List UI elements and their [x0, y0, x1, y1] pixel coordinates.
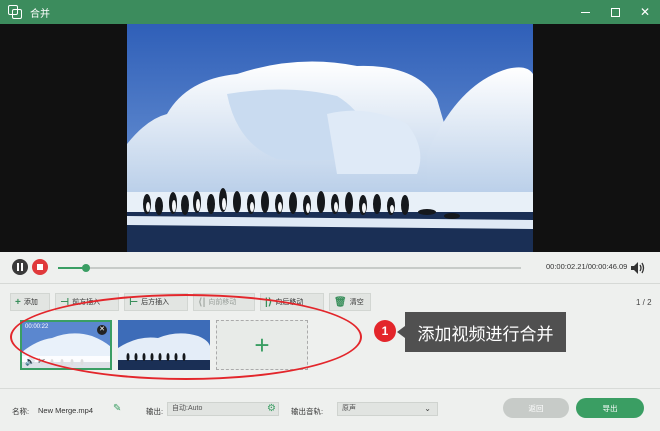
output-format-field[interactable]: 自动:Auto ⚙ [167, 402, 279, 416]
close-icon: ✕ [639, 5, 651, 19]
clear-label: 清空 [349, 299, 364, 306]
penguin-iceberg-frame [127, 24, 533, 252]
annotation-highlight [10, 294, 362, 380]
seek-bar[interactable] [58, 264, 521, 272]
chevron-down-icon: ⌄ [424, 404, 431, 413]
return-button[interactable]: 返回 [503, 398, 569, 418]
add-button[interactable]: + 添加 [10, 293, 50, 311]
name-label: 名称: [12, 407, 30, 416]
annotation-callout: 添加视频进行合并 [397, 312, 566, 352]
add-label: 添加 [23, 299, 38, 306]
minimize-button[interactable] [570, 0, 600, 24]
video-preview[interactable] [127, 24, 533, 252]
page-indicator: 1 / 2 [636, 298, 652, 307]
maximize-icon [610, 7, 620, 17]
video-stage [0, 24, 660, 252]
stop-button[interactable] [32, 259, 48, 275]
trash-icon: 🗑 [334, 296, 347, 308]
clear-button[interactable]: 🗑 清空 [329, 293, 371, 311]
title-bar: 合并 ✕ [0, 0, 660, 24]
seek-bar-knob[interactable] [81, 264, 90, 272]
plus-icon: + [15, 296, 21, 308]
output-format-value: 自动:Auto [172, 405, 203, 412]
gear-icon[interactable]: ⚙ [267, 403, 276, 415]
output-filename: New Merge.mp4 [38, 406, 94, 415]
audio-track-select[interactable]: 原声 ⌄ [337, 402, 438, 416]
export-button[interactable]: 导出 [576, 398, 644, 418]
playback-bar: 00:00:02.21/00:00:46.09 [0, 252, 660, 284]
audio-track-value: 原声 [342, 405, 356, 412]
window-title: 合并 [30, 8, 50, 20]
volume-icon[interactable] [630, 261, 646, 275]
minimize-icon [580, 11, 590, 13]
edit-name-icon[interactable]: ✎ [113, 403, 121, 414]
output-label: 输出: [146, 407, 164, 416]
window-controls: ✕ [570, 0, 660, 24]
merge-window: 合并 ✕ 00:00:02.21/00:00:46.09 + 添加 ⊣ 前方插入… [0, 0, 660, 431]
output-settings: 名称: New Merge.mp4 ✎ 输出: 自动:Auto ⚙ 输出音轨: … [0, 388, 660, 431]
pause-button[interactable] [12, 259, 28, 275]
time-readout: 00:00:02.21/00:00:46.09 [546, 262, 628, 271]
audio-track-label: 输出音轨: [291, 407, 324, 416]
close-button[interactable]: ✕ [630, 0, 660, 24]
merge-app-icon [8, 5, 22, 19]
step-badge: 1 [374, 320, 396, 342]
maximize-button[interactable] [600, 0, 630, 24]
